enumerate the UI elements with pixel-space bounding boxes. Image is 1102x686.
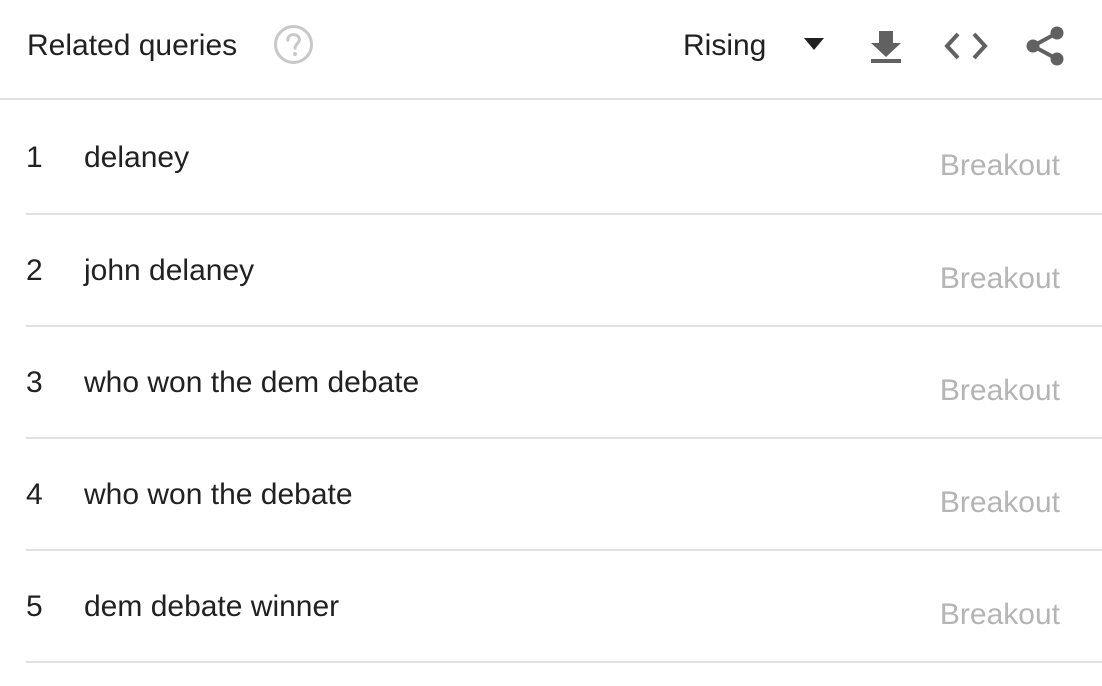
query-value: Breakout — [939, 486, 1060, 519]
download-icon[interactable] — [868, 26, 904, 66]
query-text[interactable]: john delaney — [84, 251, 254, 291]
widget-header: Related queries Rising — [0, 0, 1102, 100]
query-rank: 2 — [26, 254, 43, 287]
query-rank: 4 — [26, 478, 43, 511]
query-text[interactable]: who won the dem debate — [84, 363, 419, 403]
query-rank: 1 — [26, 141, 43, 174]
query-rank: 3 — [26, 366, 43, 399]
query-text[interactable]: dem debate winner — [84, 587, 339, 627]
help-circle-icon[interactable] — [273, 24, 314, 65]
metric-dropdown[interactable]: Rising — [683, 24, 828, 68]
query-value: Breakout — [939, 374, 1060, 407]
share-icon[interactable] — [1024, 25, 1066, 67]
query-row[interactable]: 1 delaney Breakout — [26, 102, 1102, 215]
query-row[interactable]: 2 john delaney Breakout — [26, 215, 1102, 327]
query-list: 1 delaney Breakout 2 john delaney Breako… — [26, 102, 1102, 663]
query-value: Breakout — [939, 149, 1060, 182]
query-text[interactable]: delaney — [84, 138, 189, 178]
query-row[interactable]: 5 dem debate winner Breakout — [26, 551, 1102, 663]
widget-title: Related queries — [27, 29, 238, 62]
query-value: Breakout — [939, 598, 1060, 631]
query-value: Breakout — [939, 262, 1060, 295]
query-row[interactable]: 4 who won the debate Breakout — [26, 439, 1102, 551]
query-rank: 5 — [26, 590, 43, 623]
dropdown-selected-value: Rising — [683, 29, 767, 62]
query-row[interactable]: 3 who won the dem debate Breakout — [26, 327, 1102, 439]
query-text[interactable]: who won the debate — [84, 475, 353, 515]
embed-code-icon[interactable] — [944, 30, 988, 62]
caret-down-icon — [804, 38, 824, 50]
